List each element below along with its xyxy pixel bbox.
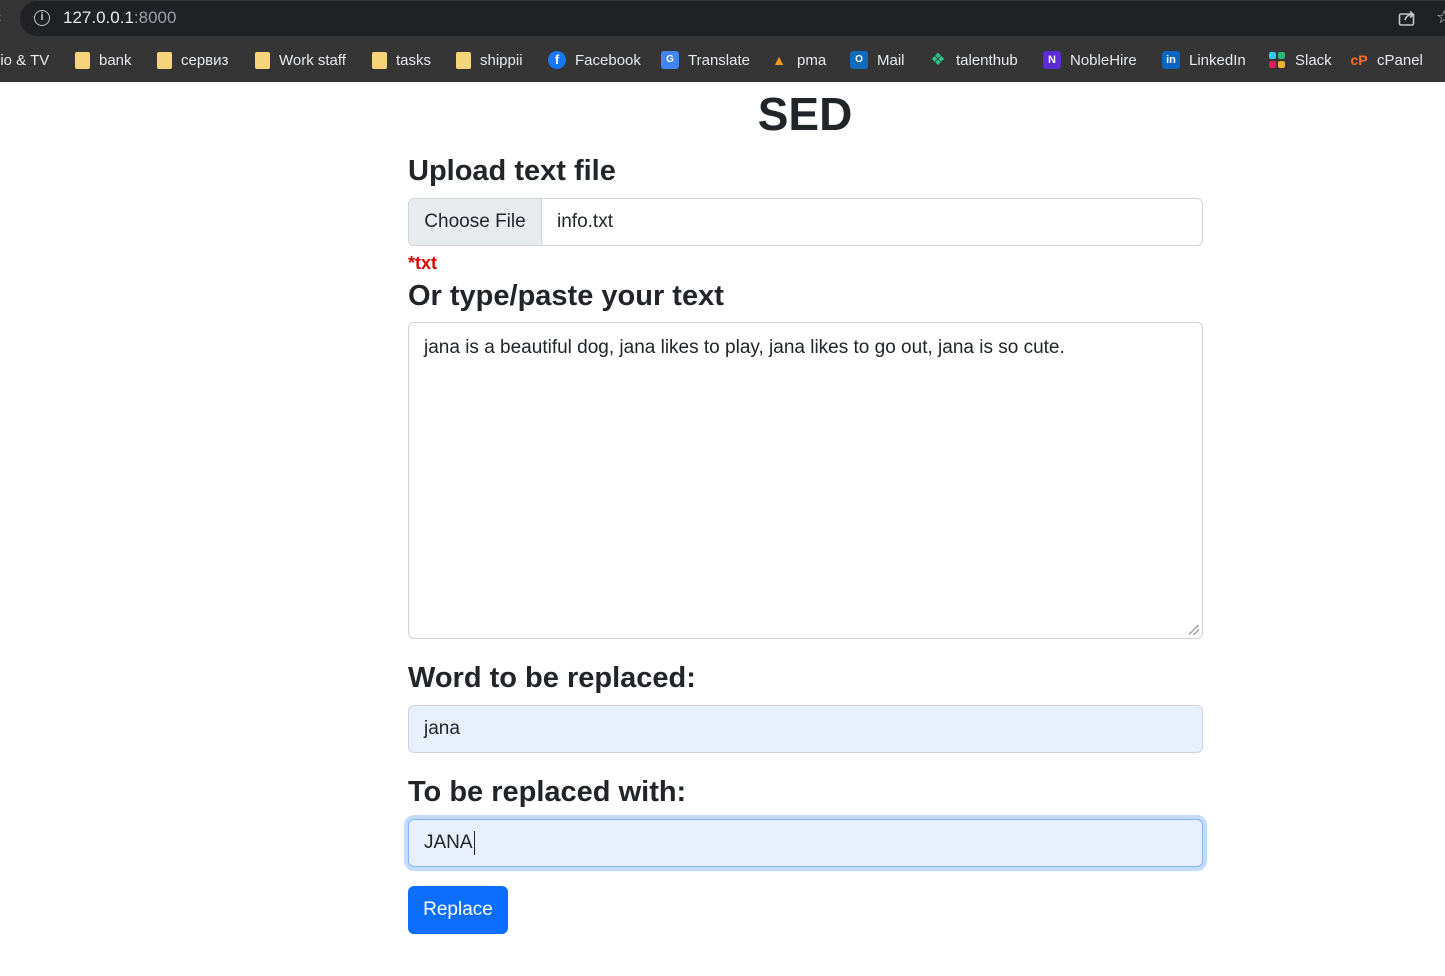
bookmark-talenthub[interactable]: ❖ talenthub [929,38,1017,82]
upload-label: Upload text file [408,155,616,187]
page-title: SED [757,88,853,140]
replace-button[interactable]: Replace [408,886,508,934]
resize-handle-icon[interactable] [1189,625,1199,635]
bookmark-linkedin[interactable]: in LinkedIn [1162,38,1246,82]
folder-icon [75,51,90,69]
slack-icon [1268,51,1286,69]
text-caret [473,830,475,855]
bookmark-folder-shippii[interactable]: shippii [456,38,523,82]
url-text[interactable]: 127.0.0.1:8000 [63,8,176,28]
word-input[interactable]: jana [408,705,1203,753]
linkedin-icon: in [1162,51,1180,69]
folder-icon [456,51,471,69]
share-icon[interactable] [1397,8,1417,28]
bookmark-folder-work-staff[interactable]: Work staff [255,38,346,82]
file-type-hint: *txt [408,253,438,273]
choose-file-button[interactable]: Choose File [409,199,542,245]
bookmark-folder-servis[interactable]: сервиз [157,38,228,82]
bookmark-mail[interactable]: O Mail [850,38,905,82]
word-input-value: jana [424,718,460,739]
bookmark-noblehire[interactable]: N NobleHire [1043,38,1137,82]
bookmark-translate[interactable]: G Translate [661,38,750,82]
text-area-value: jana is a beautiful dog, jana likes to p… [424,337,1065,358]
site-info-icon[interactable]: i [34,10,50,26]
bookmark-star-icon[interactable]: ☆ [1436,7,1445,27]
bookmark-cpanel[interactable]: cP cPanel [1350,38,1422,82]
text-area[interactable]: jana is a beautiful dog, jana likes to p… [408,322,1203,639]
bookmarks-bar: lio & TV bank сервиз Work staff tasks sh… [0,38,1445,82]
bookmark-folder-tasks[interactable]: tasks [372,38,431,82]
replace-with-label: To be replaced with: [408,776,687,808]
replace-with-input-value: JANA [424,832,473,853]
bookmark-facebook[interactable]: f Facebook [548,38,641,82]
back-arrow-icon[interactable]: ‹ [0,8,1,28]
talenthub-icon: ❖ [930,50,946,69]
text-label: Or type/paste your text [408,280,724,312]
browser-toolbar: ‹ i 127.0.0.1:8000 ☆ [0,0,1445,38]
noblehire-icon: N [1043,51,1061,69]
folder-icon [157,51,172,69]
folder-icon [255,51,270,69]
address-bar[interactable] [20,1,1445,36]
outlook-icon: O [850,51,868,69]
bookmark-item[interactable]: lio & TV [0,38,49,82]
bookmark-slack[interactable]: Slack [1268,38,1332,82]
word-label: Word to be replaced: [408,662,696,694]
facebook-icon: f [548,51,566,69]
phpmyadmin-icon: ▲ [772,52,786,68]
selected-file-name: info.txt [557,211,613,232]
folder-icon [372,51,387,69]
file-input[interactable]: Choose File info.txt [408,198,1203,246]
bookmark-pma[interactable]: ▲ pma [770,38,826,82]
cpanel-icon: cP [1350,52,1368,68]
translate-icon: G [661,51,679,69]
bookmark-folder-bank[interactable]: bank [75,38,132,82]
replace-with-input[interactable]: JANA [408,819,1203,867]
